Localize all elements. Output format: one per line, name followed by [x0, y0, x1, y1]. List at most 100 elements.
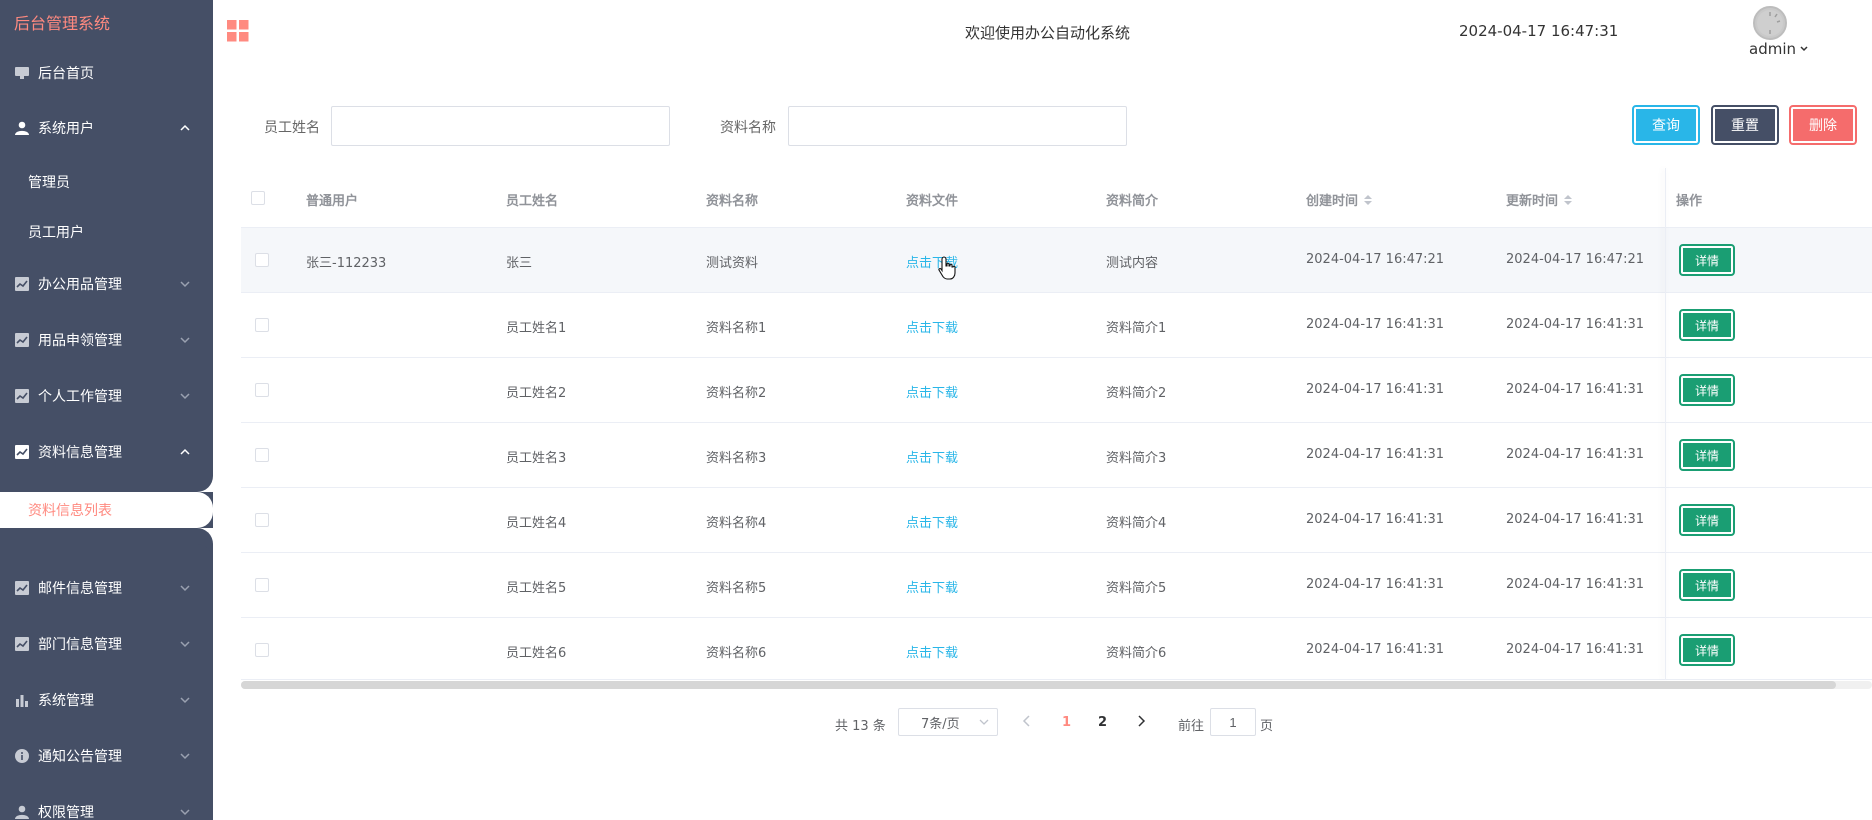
cell-name: 张三 [506, 256, 533, 271]
sidebar-item-admins[interactable]: 管理员 [0, 162, 213, 202]
scrollbar-thumb[interactable] [241, 681, 1836, 689]
download-link[interactable]: 点击下载 [906, 447, 958, 466]
cell-name: 员工姓名5 [506, 581, 567, 596]
sidebar-item-supply-requests[interactable]: 用品申领管理 [0, 320, 213, 360]
detail-button[interactable]: 详情 [1679, 309, 1735, 341]
cell-material: 资料名称5 [706, 581, 767, 596]
user-name: admin [1749, 40, 1796, 58]
page-size-select[interactable]: 7条/页 [898, 708, 998, 736]
cell-created: 2024-04-17 16:41:31 [1306, 382, 1445, 397]
column-header-label: 创建时间 [1306, 194, 1359, 209]
cell-name: 员工姓名6 [506, 646, 567, 661]
sidebar-item-personal-work[interactable]: 个人工作管理 [0, 376, 213, 416]
column-header-sortable[interactable]: 更新时间 [1506, 190, 1573, 209]
column-header: 资料文件 [906, 194, 959, 209]
table-row[interactable]: 员工姓名5 资料名称5 点击下载 资料简介5 2024-04-17 16:41:… [241, 553, 1872, 618]
detail-button[interactable]: 详情 [1679, 569, 1735, 601]
table-row[interactable]: 员工姓名6 资料名称6 点击下载 资料简介6 2024-04-17 16:41:… [241, 618, 1872, 680]
detail-button[interactable]: 详情 [1679, 439, 1735, 471]
sidebar-item-label: 邮件信息管理 [38, 581, 122, 597]
caret-down-icon [1800, 46, 1808, 52]
cell-updated: 2024-04-17 16:41:31 [1506, 317, 1645, 332]
cell-intro: 资料简介4 [1106, 516, 1167, 531]
row-checkbox[interactable] [255, 383, 269, 397]
employee-name-input[interactable] [331, 106, 670, 146]
cell-material: 资料名称3 [706, 451, 767, 466]
goto-label: 前往 [1178, 719, 1205, 734]
goto-page-input[interactable] [1210, 708, 1256, 736]
sidebar-item-home[interactable]: 后台首页 [0, 53, 213, 93]
sidebar-item-material-list[interactable]: 资料信息列表 [0, 492, 213, 528]
sidebar-item-label: 资料信息管理 [38, 445, 122, 461]
row-checkbox[interactable] [255, 643, 269, 657]
delete-button[interactable]: 删除 [1789, 105, 1857, 145]
select-all-checkbox[interactable] [251, 191, 265, 205]
detail-button[interactable]: 详情 [1679, 374, 1735, 406]
sidebar-item-label: 通知公告管理 [38, 749, 122, 765]
welcome-text: 欢迎使用办公自动化系统 [965, 24, 1131, 42]
cell-user: 张三-112233 [306, 256, 387, 271]
cell-updated: 2024-04-17 16:41:31 [1506, 382, 1645, 397]
prev-page-icon[interactable] [1020, 714, 1034, 728]
page-number[interactable]: 2 [1098, 715, 1107, 730]
cell-created: 2024-04-17 16:41:31 [1306, 512, 1445, 527]
sort-icon[interactable] [1364, 194, 1373, 205]
bar-chart-icon [14, 692, 30, 708]
row-checkbox[interactable] [255, 513, 269, 527]
goto-suffix: 页 [1260, 719, 1274, 734]
next-page-icon[interactable] [1134, 714, 1148, 728]
cell-name: 员工姓名1 [506, 321, 567, 336]
download-link[interactable]: 点击下载 [906, 317, 958, 336]
chevron-down-icon [180, 393, 190, 400]
chevron-up-icon [180, 124, 190, 131]
cell-intro: 资料简介5 [1106, 581, 1167, 596]
cell-material: 资料名称2 [706, 386, 767, 401]
table-row[interactable]: 员工姓名4 资料名称4 点击下载 资料简介4 2024-04-17 16:41:… [241, 488, 1872, 553]
row-checkbox[interactable] [255, 318, 269, 332]
column-header: 资料简介 [1106, 194, 1159, 209]
fixed-column-shadow [1665, 168, 1666, 680]
detail-button[interactable]: 详情 [1679, 244, 1735, 276]
download-link[interactable]: 点击下载 [906, 577, 958, 596]
reset-button[interactable]: 重置 [1711, 105, 1779, 145]
table-row[interactable]: 员工姓名2 资料名称2 点击下载 资料简介2 2024-04-17 16:41:… [241, 358, 1872, 423]
column-header-sortable[interactable]: 创建时间 [1306, 190, 1373, 209]
detail-button[interactable]: 详情 [1679, 504, 1735, 536]
sidebar-item-material-info[interactable]: 资料信息管理 [0, 432, 213, 472]
row-checkbox[interactable] [255, 578, 269, 592]
sidebar-item-system-users[interactable]: 系统用户 [0, 108, 213, 148]
monitor-icon [14, 65, 30, 81]
download-link[interactable]: 点击下载 [906, 382, 958, 401]
chart-icon [14, 388, 30, 404]
page-number-active[interactable]: 1 [1062, 715, 1071, 730]
cell-created: 2024-04-17 16:41:31 [1306, 642, 1445, 657]
sidebar-item-notices[interactable]: 通知公告管理 [0, 736, 213, 776]
horizontal-scrollbar[interactable] [241, 681, 1872, 689]
user-menu[interactable]: admin [1749, 40, 1809, 58]
sort-icon[interactable] [1564, 194, 1573, 205]
row-checkbox[interactable] [255, 448, 269, 462]
table-row[interactable]: 员工姓名1 资料名称1 点击下载 资料简介1 2024-04-17 16:41:… [241, 293, 1872, 358]
sidebar-item-staff-users[interactable]: 员工用户 [0, 212, 213, 252]
table-row[interactable]: 员工姓名3 资料名称3 点击下载 资料简介3 2024-04-17 16:41:… [241, 423, 1872, 488]
cell-intro: 测试内容 [1106, 256, 1159, 271]
download-link[interactable]: 点击下载 [906, 642, 958, 661]
row-checkbox[interactable] [255, 253, 269, 267]
sidebar-item-department[interactable]: 部门信息管理 [0, 624, 213, 664]
sidebar-item-mail[interactable]: 邮件信息管理 [0, 568, 213, 608]
material-name-input[interactable] [788, 106, 1127, 146]
app-root: 后台管理系统 后台首页 系统用户 管理员 员工用户 办公用品管理 用品申领管理 … [0, 0, 1872, 820]
query-button[interactable]: 查询 [1632, 105, 1700, 145]
table-row[interactable]: 张三-112233 张三 测试资料 点击下载 测试内容 2024-04-17 1… [241, 228, 1872, 293]
cell-name: 员工姓名2 [506, 386, 567, 401]
chevron-down-icon [180, 809, 190, 816]
download-link[interactable]: 点击下载 [906, 512, 958, 531]
sidebar-item-label: 个人工作管理 [38, 389, 122, 405]
sidebar-item-office-supplies[interactable]: 办公用品管理 [0, 264, 213, 304]
grid-menu-icon[interactable] [227, 20, 249, 42]
column-header-label: 更新时间 [1506, 194, 1559, 209]
detail-button[interactable]: 详情 [1679, 634, 1735, 666]
avatar[interactable] [1753, 6, 1787, 40]
sidebar-item-permissions[interactable]: 权限管理 [0, 792, 213, 820]
datetime: 2024-04-17 16:47:31 [1459, 22, 1619, 40]
